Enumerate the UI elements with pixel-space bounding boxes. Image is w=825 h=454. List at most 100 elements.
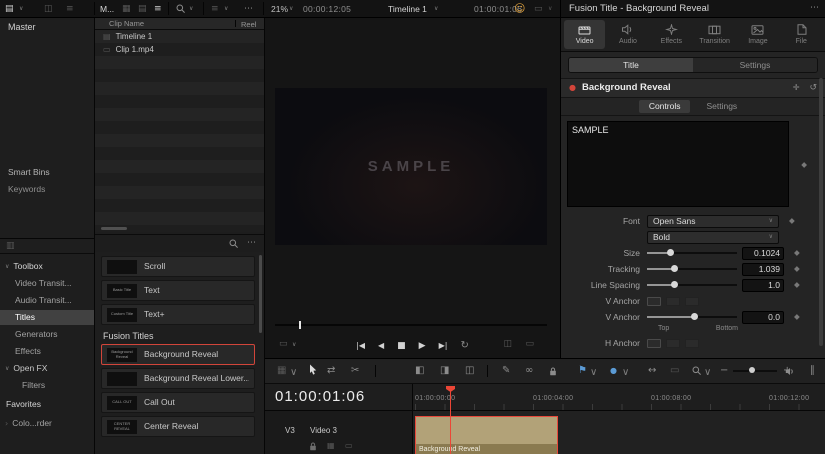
h-anchor-center-button[interactable]	[666, 339, 680, 348]
chevron-down-icon[interactable]: ∨	[289, 6, 293, 12]
timeline-clip-background-reveal[interactable]: Background Reveal	[415, 416, 558, 454]
flag-icon[interactable]: ⚑	[578, 366, 587, 376]
inspector-scrollbar[interactable]	[819, 78, 823, 346]
bin-master[interactable]: Master	[8, 23, 36, 32]
list-item-background-reveal-lower[interactable]: Background Reveal Lower...	[101, 368, 255, 389]
favorites-section[interactable]: Favorites	[0, 397, 94, 412]
link-clips-icon[interactable]: ∞	[525, 366, 533, 376]
list-item-center-reveal[interactable]: CENTER REVEAL Center Reveal	[101, 416, 255, 437]
v-anchor-middle-button[interactable]	[666, 297, 680, 306]
column-clip-name[interactable]: Clip Name	[109, 20, 144, 28]
h-anchor-right-button[interactable]	[685, 339, 699, 348]
chevron-down-icon[interactable]: ∨	[19, 6, 23, 12]
chevron-down-icon[interactable]: ∨	[224, 6, 228, 12]
h-anchor-left-button[interactable]	[647, 339, 661, 348]
overwrite-clip-icon[interactable]: ◨	[440, 366, 449, 376]
track-id[interactable]: V3	[285, 427, 295, 435]
next-frame-button[interactable]: ▶|	[439, 342, 448, 350]
index-toggle-icon[interactable]: ≡	[66, 5, 74, 14]
line-spacing-slider[interactable]	[647, 279, 737, 292]
chevron-down-icon[interactable]: ∨	[189, 6, 193, 12]
column-divider[interactable]	[235, 20, 236, 27]
tracking-slider[interactable]	[647, 263, 737, 276]
viewer-overlay-icon[interactable]: ▭	[525, 340, 534, 349]
sidebar-item-titles[interactable]: Titles	[0, 310, 94, 325]
tab-effects[interactable]: Effects	[651, 20, 692, 49]
panel-toggle-icon[interactable]: ▥	[6, 242, 15, 251]
timeline-view-options-icon[interactable]: ▦	[277, 366, 286, 376]
more-options-icon[interactable]: ⋯	[810, 4, 819, 13]
prev-frame-button[interactable]: ◀	[378, 342, 384, 350]
table-row-timeline[interactable]: ▤ Timeline 1	[95, 30, 264, 43]
magnifier-icon[interactable]	[692, 366, 701, 376]
zoom-out-button[interactable]: −	[720, 366, 728, 376]
v-anchor-bottom-button[interactable]	[685, 297, 699, 306]
zoom-slider-knob[interactable]	[749, 367, 755, 373]
tab-title[interactable]: Title	[569, 58, 693, 72]
stop-button[interactable]: ■	[397, 342, 406, 351]
mixer-bars-icon[interactable]: ∥	[810, 366, 815, 376]
font-style-dropdown[interactable]: Bold ∨	[647, 231, 779, 244]
effects-library-toggle-icon[interactable]: ◫	[44, 5, 53, 14]
reset-icon[interactable]: ↺	[809, 84, 817, 93]
sort-icon[interactable]: ≡	[211, 5, 219, 14]
tab-video[interactable]: Video	[564, 20, 605, 49]
audio-monitor-icon[interactable]	[785, 367, 795, 377]
viewer-scrub-playhead[interactable]	[299, 321, 301, 329]
trim-edit-mode-icon[interactable]: ⇄	[327, 366, 335, 376]
keyframe-diamond-icon[interactable]: ◆	[794, 265, 800, 273]
tab-controls-settings[interactable]: Settings	[696, 100, 747, 113]
smart-bins-section[interactable]: Smart Bins	[8, 168, 50, 177]
table-row-clip[interactable]: ▭ Clip 1.mp4	[95, 43, 264, 56]
play-button[interactable]: ▶	[419, 342, 426, 351]
keyframe-diamond-icon[interactable]: ◆	[794, 313, 800, 321]
viewer-zoom-dropdown[interactable]: 21%	[271, 5, 288, 14]
list-item-call-out[interactable]: CALL OUT Call Out	[101, 392, 255, 413]
chevron-down-icon[interactable]: ∨	[622, 368, 629, 378]
marker-icon[interactable]: ●	[610, 367, 617, 375]
thumbnail-view-icon[interactable]: ▦	[122, 5, 131, 14]
keyframe-adjust-icon[interactable]: ✛	[793, 84, 800, 92]
chevron-down-icon[interactable]: ∨	[590, 368, 597, 378]
track-lock-icon[interactable]	[309, 442, 317, 451]
viewer-option-icon[interactable]: ▭	[534, 5, 543, 14]
pen-tool-icon[interactable]: ✎	[502, 366, 510, 376]
list-view-icon[interactable]: ≡	[154, 5, 162, 14]
timeline-ruler[interactable]: 01:00:01:06 01:00:00:00 01:00:04:00 01:0…	[265, 384, 825, 411]
zoom-fit-icon[interactable]: ↔	[648, 366, 656, 376]
toolbox-section[interactable]: ∨ Toolbox	[0, 259, 94, 274]
tab-audio[interactable]: Audio	[607, 20, 648, 49]
zoom-slider[interactable]	[733, 370, 777, 372]
viewer-scrub-bar[interactable]	[275, 324, 547, 326]
media-pool-toggle-icon[interactable]: ▤	[5, 5, 14, 14]
list-item-scroll[interactable]: Scroll	[101, 256, 255, 277]
vertical-scrollbar[interactable]	[259, 255, 262, 333]
search-icon[interactable]	[176, 4, 185, 13]
tab-controls[interactable]: Controls	[639, 100, 691, 113]
font-family-dropdown[interactable]: Open Sans ∨	[647, 215, 779, 228]
more-options-icon[interactable]: ⋯	[244, 5, 253, 14]
sidebar-item-filters[interactable]: Filters	[0, 378, 94, 393]
list-item-text[interactable]: Basic Title Text	[101, 280, 255, 301]
horizontal-scrollbar[interactable]	[101, 227, 127, 230]
smiley-user-icon[interactable]: ☺	[514, 3, 525, 14]
sidebar-item-generators[interactable]: Generators	[0, 327, 94, 342]
auto-select-icon[interactable]: ▦	[327, 442, 335, 450]
tab-settings[interactable]: Settings	[693, 58, 817, 72]
track-enable-icon[interactable]: ▭	[345, 442, 353, 450]
chevron-down-icon[interactable]: ∨	[434, 6, 438, 12]
list-item-background-reveal[interactable]: Background Reveal Background Reveal	[101, 344, 255, 365]
more-options-icon[interactable]: ⋯	[247, 239, 256, 248]
playhead-line[interactable]	[450, 386, 451, 454]
enable-dot-icon[interactable]: ●	[569, 84, 576, 92]
sidebar-item-video-transitions[interactable]: Video Transit...	[0, 276, 94, 291]
sidebar-item-color[interactable]: › Colo...rder	[0, 416, 94, 431]
track-name[interactable]: Video 3	[310, 427, 337, 435]
v-anchor-top-button[interactable]	[647, 297, 661, 306]
list-item-text-plus[interactable]: Custom Title Text+	[101, 304, 255, 325]
loop-button[interactable]: ↻	[460, 341, 468, 351]
openfx-section[interactable]: ∨ Open FX	[0, 361, 94, 376]
line-spacing-value[interactable]: 1.0	[742, 279, 784, 292]
sidebar-item-audio-transitions[interactable]: Audio Transit...	[0, 293, 94, 308]
chevron-down-icon[interactable]: ∨	[548, 6, 552, 12]
